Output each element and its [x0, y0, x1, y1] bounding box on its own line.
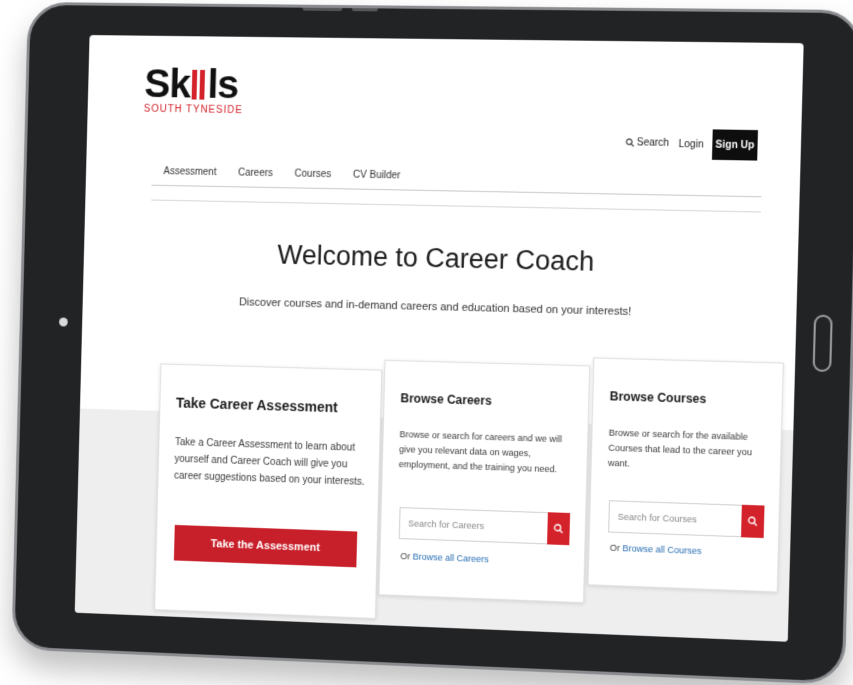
- search-icon: [625, 138, 634, 147]
- browse-all-careers: Or Browse all Careers: [400, 551, 489, 564]
- nav-divider: [151, 199, 761, 213]
- page-title: Welcome to Career Coach: [276, 239, 595, 277]
- logo-text-right: ls: [206, 63, 239, 108]
- skills-logo[interactable]: Sk ls SOUTH TYNESIDE: [143, 62, 244, 117]
- search-link-label: Search: [636, 137, 670, 149]
- courses-search-button[interactable]: [740, 504, 765, 539]
- courses-card-title: Browse Courses: [609, 389, 707, 407]
- volume-button: [302, 5, 343, 12]
- home-button: [812, 314, 833, 373]
- front-camera: [58, 317, 68, 327]
- nav-item-cv-builder[interactable]: CV Builder: [353, 166, 401, 190]
- logo-wordmark: Sk ls: [143, 62, 244, 108]
- take-assessment-button[interactable]: Take the Assessment: [173, 524, 358, 568]
- browse-all-careers-link[interactable]: Browse all Careers: [413, 552, 489, 565]
- assessment-card: Take Career Assessment Take a Career Ass…: [154, 363, 383, 619]
- nav-item-careers[interactable]: Careers: [238, 164, 273, 187]
- page-tagline: Discover courses and in-demand careers a…: [238, 296, 632, 319]
- careers-card-title: Browse Careers: [400, 391, 492, 408]
- header-search-link[interactable]: Search: [625, 137, 669, 149]
- courses-search-input[interactable]: Search for Courses: [608, 500, 742, 538]
- courses-search: Search for Courses: [608, 500, 765, 539]
- courses-card: Browse Courses Browse or search for the …: [587, 357, 784, 593]
- browse-all-courses: Or Browse all Courses: [610, 543, 702, 556]
- login-link[interactable]: Login: [678, 139, 703, 151]
- main-nav: Assessment Careers Courses CV Builder: [151, 162, 763, 198]
- browse-all-courses-link[interactable]: Browse all Courses: [622, 543, 701, 556]
- assessment-card-title: Take Career Assessment: [175, 394, 338, 416]
- browse-prefix: Or: [400, 551, 413, 562]
- tablet-screen: Sk ls SOUTH TYNESIDE Search Login Sign U…: [74, 35, 804, 642]
- careers-card-description: Browse or search for careers and we will…: [398, 429, 563, 475]
- search-icon: [553, 524, 563, 534]
- nav-item-assessment[interactable]: Assessment: [163, 162, 217, 186]
- nav-item-courses[interactable]: Courses: [294, 165, 331, 189]
- search-icon: [747, 516, 758, 527]
- browse-prefix: Or: [609, 542, 623, 554]
- careers-search: Search for Careers: [398, 507, 571, 546]
- careers-search-input[interactable]: Search for Careers: [398, 507, 548, 545]
- tablet-device: Sk ls SOUTH TYNESIDE Search Login Sign U…: [11, 1, 853, 685]
- logo-subtitle: SOUTH TYNESIDE: [143, 103, 243, 117]
- courses-card-description: Browse or search for the available Cours…: [607, 427, 753, 469]
- signup-button[interactable]: Sign Up: [711, 129, 758, 161]
- careers-card: Browse Careers Browse or search for care…: [378, 359, 591, 604]
- power-button: [351, 6, 378, 12]
- assessment-card-description: Take a Career Assessment to learn about …: [173, 437, 365, 488]
- careers-search-button[interactable]: [547, 512, 571, 546]
- logo-text-left: Sk: [143, 62, 191, 107]
- logo-bars-icon: [191, 69, 205, 100]
